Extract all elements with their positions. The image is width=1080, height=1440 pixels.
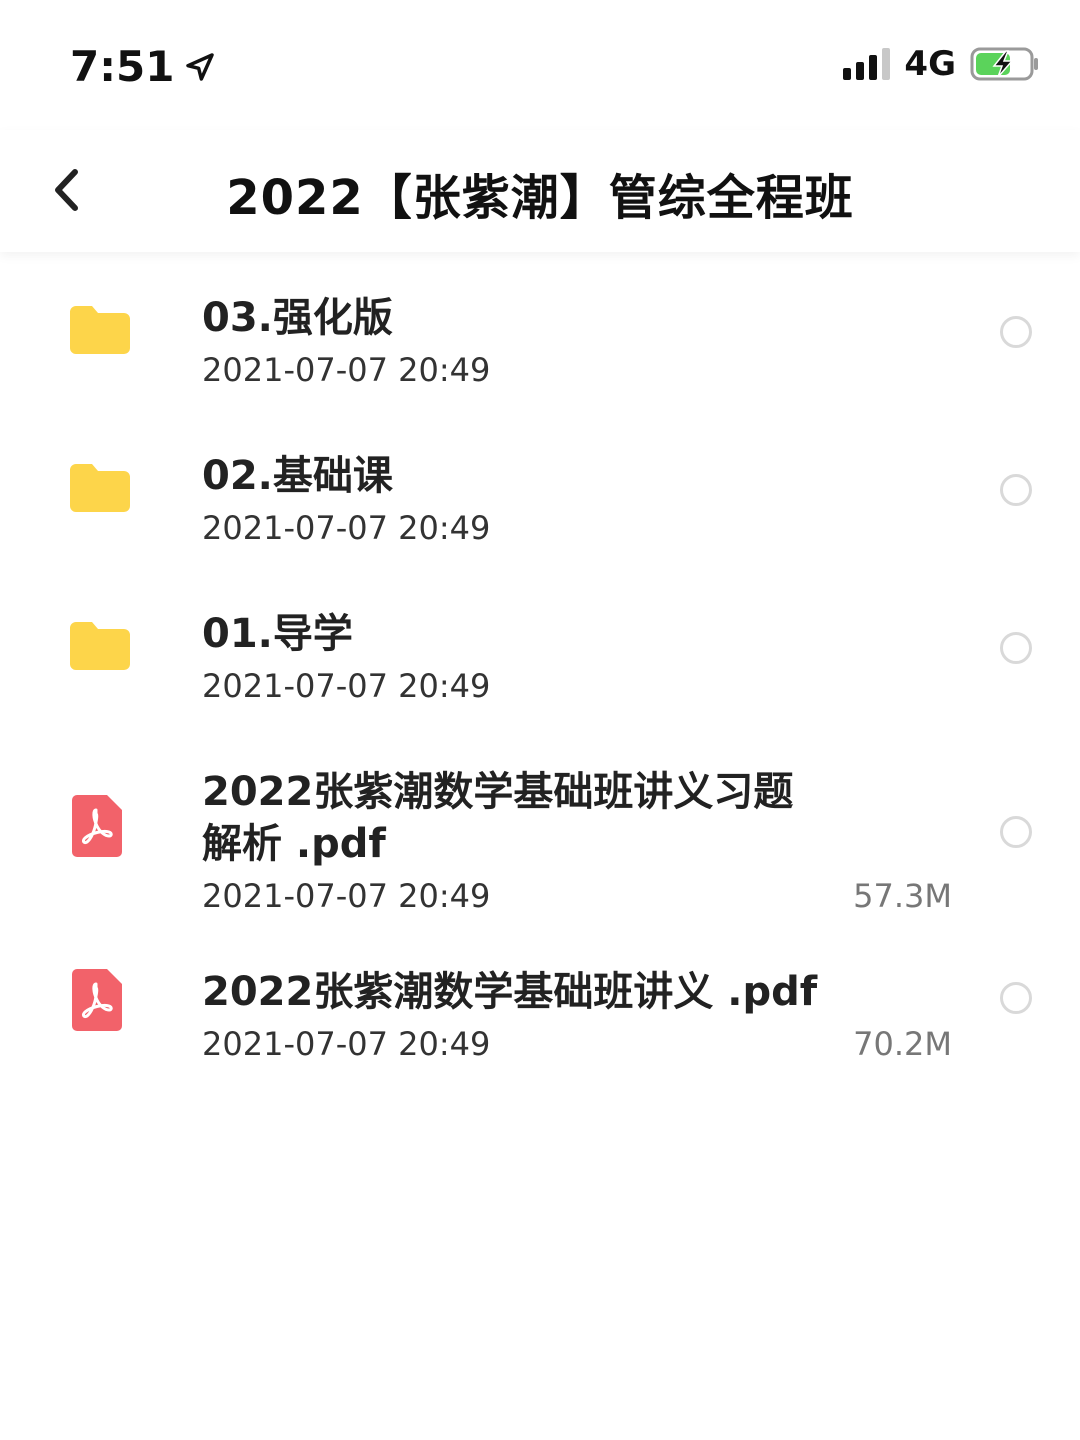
network-label: 4G: [904, 44, 956, 84]
select-checkbox[interactable]: [1000, 632, 1032, 664]
file-meta: 2021-07-07 20:49 57.3M: [202, 874, 952, 918]
folder-icon: [68, 462, 132, 518]
status-indicators: 4G: [843, 44, 1040, 84]
folder-row[interactable]: 01.导学 2021-07-07 20:49: [0, 578, 1080, 736]
battery-charging-icon: [970, 47, 1038, 81]
file-row[interactable]: 2022张紫潮数学基础班讲义 .pdf 2021-07-07 20:49 70.2M: [0, 926, 1080, 1086]
status-time: 7:51: [70, 42, 216, 91]
folder-icon: [68, 620, 132, 676]
file-date: 2021-07-07 20:49: [202, 877, 491, 915]
file-meta: 2021-07-07 20:49 70.2M: [202, 1022, 952, 1066]
file-row[interactable]: 2022张紫潮数学基础班讲义习题 解析 .pdf 2021-07-07 20:49…: [0, 736, 1080, 926]
file-date: 2021-07-07 20:49: [202, 1025, 491, 1063]
file-date: 2021-07-07 20:49: [202, 667, 491, 705]
file-name: 01.导学: [202, 611, 353, 657]
file-name: 03.强化版: [202, 295, 393, 341]
file-info: 01.导学 2021-07-07 20:49: [202, 608, 952, 708]
select-checkbox[interactable]: [1000, 474, 1032, 506]
file-info: 2022张紫潮数学基础班讲义习题 解析 .pdf 2021-07-07 20:49…: [202, 766, 952, 918]
file-name: 2022张紫潮数学基础班讲义 .pdf: [202, 969, 818, 1015]
clock-text: 7:51: [70, 42, 175, 91]
location-arrow-icon: [186, 52, 215, 81]
select-checkbox[interactable]: [1000, 982, 1032, 1014]
file-date: 2021-07-07 20:49: [202, 351, 491, 389]
file-name: 2022张紫潮数学基础班讲义习题 解析 .pdf: [202, 769, 794, 867]
select-checkbox[interactable]: [1000, 316, 1032, 348]
file-meta: 2021-07-07 20:49: [202, 664, 952, 708]
file-date: 2021-07-07 20:49: [202, 509, 491, 547]
status-bar: 7:51 4G: [0, 0, 1080, 130]
select-checkbox[interactable]: [1000, 816, 1032, 848]
folder-row[interactable]: 03.强化版 2021-07-07 20:49: [0, 262, 1080, 420]
file-size: 57.3M: [853, 877, 952, 915]
page-title: 2022【张紫潮】管综全程班: [226, 170, 854, 226]
file-name: 02.基础课: [202, 453, 393, 499]
folder-row[interactable]: 02.基础课 2021-07-07 20:49: [0, 420, 1080, 578]
nav-bar: 2022【张紫潮】管综全程班: [0, 130, 1080, 252]
file-info: 02.基础课 2021-07-07 20:49: [202, 450, 952, 550]
file-meta: 2021-07-07 20:49: [202, 348, 952, 392]
pdf-icon: [68, 794, 124, 862]
file-info: 2022张紫潮数学基础班讲义 .pdf 2021-07-07 20:49 70.2M: [202, 966, 952, 1066]
pdf-icon: [68, 968, 124, 1036]
file-info: 03.强化版 2021-07-07 20:49: [202, 292, 952, 392]
signal-icon: [843, 48, 891, 80]
file-size: 70.2M: [853, 1025, 952, 1063]
folder-icon: [68, 304, 132, 360]
file-meta: 2021-07-07 20:49: [202, 506, 952, 550]
